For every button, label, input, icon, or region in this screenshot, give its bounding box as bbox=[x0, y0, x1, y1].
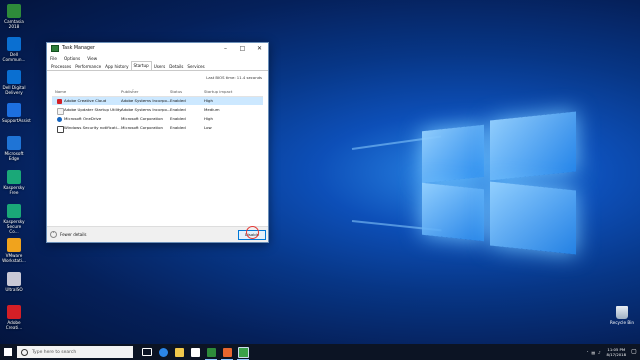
adobe-creative-cloud-icon bbox=[7, 305, 21, 319]
volume-icon[interactable]: ♪ bbox=[598, 350, 600, 355]
ultraiso-icon bbox=[7, 272, 21, 286]
windows-security-shield-icon bbox=[57, 125, 64, 133]
taskbar-task-manager[interactable] bbox=[235, 344, 251, 360]
desktop-icon-supportassist[interactable]: SupportAssist bbox=[2, 103, 31, 123]
column-startup-impact[interactable]: Startup impact bbox=[204, 89, 232, 94]
startup-row[interactable]: Windows Security notificati... Microsoft… bbox=[52, 124, 263, 133]
desktop-icon-adobe-creative-cloud[interactable]: Adobe Creati... bbox=[2, 305, 26, 330]
column-publisher[interactable]: Publisher bbox=[121, 89, 138, 94]
folder-icon bbox=[174, 347, 184, 357]
window-title: Task Manager bbox=[62, 46, 95, 51]
chevron-up-icon: ˆ bbox=[50, 231, 57, 238]
taskbar-edge[interactable] bbox=[155, 344, 171, 360]
column-headers: ˆ Name Publisher Status Startup impact bbox=[52, 89, 263, 97]
menu-bar: File Options View bbox=[47, 54, 268, 62]
task-manager-icon bbox=[51, 45, 59, 52]
action-center-icon[interactable]: ▢ bbox=[630, 348, 638, 356]
kaspersky-icon bbox=[7, 170, 21, 184]
windows-start-icon bbox=[4, 348, 12, 356]
recycle-bin-icon bbox=[616, 306, 628, 319]
desktop-icon-dell-command[interactable]: Dell Commun... bbox=[2, 37, 26, 62]
fewer-details-toggle[interactable]: ˆ Fewer details bbox=[50, 231, 87, 238]
supportassist-icon bbox=[7, 103, 21, 117]
task-manager-icon bbox=[237, 346, 249, 358]
taskbar-store[interactable] bbox=[187, 344, 203, 360]
adobe-updater-icon bbox=[57, 107, 64, 115]
startup-row[interactable]: Adobe Updater Startup Utility Adobe Syst… bbox=[52, 106, 263, 115]
column-name[interactable]: Name bbox=[55, 89, 66, 94]
dell-command-icon bbox=[7, 37, 21, 51]
tab-processes[interactable]: Processes bbox=[49, 63, 73, 70]
windows-logo-wallpaper bbox=[351, 100, 592, 260]
startup-row[interactable]: Adobe Creative Cloud Adobe Systems Incor… bbox=[52, 97, 263, 105]
close-button[interactable]: ✕ bbox=[251, 45, 268, 52]
desktop-icon-kaspersky-secure[interactable]: Kaspersky Secure Co... bbox=[2, 204, 26, 234]
desktop-icon-ultraiso[interactable]: UltraISO bbox=[2, 272, 26, 292]
taskbar-clock[interactable]: 11:05 PM 8/17/2018 bbox=[607, 347, 626, 357]
tab-details[interactable]: Details bbox=[167, 63, 185, 70]
menu-options[interactable]: Options bbox=[64, 56, 80, 61]
tab-startup[interactable]: Startup bbox=[130, 61, 152, 70]
edge-icon bbox=[158, 347, 168, 357]
menu-file[interactable]: File bbox=[50, 56, 57, 61]
click-highlight-ring bbox=[246, 226, 259, 239]
system-tray: ˆ ▤ ♪ 11:05 PM 8/17/2018 bbox=[584, 344, 626, 360]
desktop-icon-edge[interactable]: Microsoft Edge bbox=[2, 136, 26, 161]
search-icon bbox=[21, 348, 28, 356]
taskbar-file-explorer[interactable] bbox=[171, 344, 187, 360]
desktop-icon-camtasia[interactable]: Camtasia 2018 bbox=[2, 4, 26, 29]
startup-row[interactable]: Microsoft OneDrive Microsoft Corporation… bbox=[52, 115, 263, 123]
taskbar-camtasia[interactable] bbox=[203, 344, 219, 360]
tab-services[interactable]: Services bbox=[185, 63, 206, 70]
minimize-button[interactable]: – bbox=[217, 45, 234, 52]
desktop-icon-vmware[interactable]: VMware Workstati... bbox=[2, 238, 26, 263]
search-placeholder: Type here to search bbox=[32, 349, 77, 355]
show-hidden-icons-chevron-icon[interactable]: ˆ bbox=[587, 350, 589, 355]
kaspersky-secure-icon bbox=[7, 204, 21, 218]
camtasia-icon bbox=[206, 347, 216, 357]
onedrive-icon bbox=[57, 116, 62, 122]
tab-performance[interactable]: Performance bbox=[73, 63, 103, 70]
start-button[interactable] bbox=[0, 344, 16, 360]
footer: ˆ Fewer details Disable bbox=[47, 226, 268, 242]
title-bar[interactable]: Task Manager – □ ✕ bbox=[47, 43, 268, 54]
task-manager-window: Task Manager – □ ✕ File Options View Pro… bbox=[46, 42, 269, 243]
fewer-details-label: Fewer details bbox=[60, 232, 87, 237]
clock-date: 8/17/2018 bbox=[606, 352, 626, 357]
tab-bar: Processes Performance App history Startu… bbox=[47, 61, 268, 71]
dell-digital-delivery-icon bbox=[7, 70, 21, 84]
desktop-icon-recycle-bin[interactable]: Recycle Bin bbox=[608, 306, 636, 325]
store-bag-icon bbox=[190, 347, 200, 357]
menu-view[interactable]: View bbox=[87, 56, 97, 61]
taskbar-search-box[interactable]: Type here to search bbox=[17, 346, 133, 358]
task-view-icon bbox=[142, 348, 152, 356]
desktop-icon-kaspersky-free[interactable]: Kaspersky Free bbox=[2, 170, 26, 195]
maximize-button[interactable]: □ bbox=[234, 45, 251, 52]
last-bios-time: Last BIOS time: 11.4 seconds bbox=[206, 75, 262, 80]
tab-users[interactable]: Users bbox=[152, 63, 167, 70]
adobe-creative-cloud-icon bbox=[57, 98, 62, 104]
vmware-icon bbox=[7, 238, 21, 252]
edge-icon bbox=[7, 136, 21, 150]
task-view-button[interactable] bbox=[139, 344, 155, 360]
taskbar-camtasia-recorder[interactable] bbox=[219, 344, 235, 360]
desktop-icon-dell-digital-delivery[interactable]: Dell Digital Delivery bbox=[2, 70, 26, 95]
taskbar: Type here to search ˆ ▤ ♪ 11:05 PM 8/17/… bbox=[0, 344, 640, 360]
camtasia-recorder-icon bbox=[222, 347, 232, 357]
tab-app-history[interactable]: App history bbox=[103, 63, 130, 70]
network-icon[interactable]: ▤ bbox=[592, 350, 596, 355]
camtasia-icon bbox=[7, 4, 21, 18]
column-status[interactable]: Status bbox=[170, 89, 182, 94]
